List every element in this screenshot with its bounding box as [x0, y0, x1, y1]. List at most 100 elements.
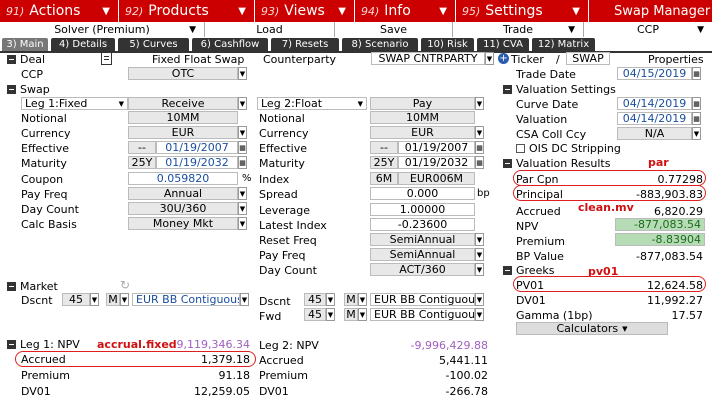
calendar-icon[interactable]: ▦: [692, 97, 701, 110]
leg2-index-tenor[interactable]: 6M: [370, 172, 398, 185]
chevron-down-icon[interactable]: ▼: [120, 293, 129, 306]
tab-cva[interactable]: 11) CVA: [477, 38, 529, 51]
chevron-down-icon[interactable]: ▼: [238, 67, 247, 80]
leg2-fwd-num[interactable]: 45: [304, 308, 326, 321]
leg2-maturity-tenor[interactable]: 25Y: [370, 156, 398, 169]
leg1-dscnt-curve[interactable]: EUR BB Contiguous: [132, 293, 240, 306]
chevron-down-icon[interactable]: ▼: [90, 293, 99, 306]
leg1-coupon-field[interactable]: 0.059820: [128, 172, 238, 185]
chevron-down-icon[interactable]: ▼: [326, 308, 335, 321]
leg1-calc-basis-select[interactable]: Money Mkt: [128, 217, 238, 230]
leg2-effective-tenor[interactable]: --: [370, 141, 398, 154]
menu-products[interactable]: 92) Products ▼: [119, 0, 255, 22]
leg2-day-count-select[interactable]: ACT/360: [370, 263, 475, 276]
trade-dropdown[interactable]: Trade ▼: [453, 22, 584, 37]
tab-details[interactable]: 4) Details: [51, 38, 115, 51]
valuation-results-header[interactable]: Valuation Results: [503, 157, 610, 170]
leg2-maturity-date[interactable]: 01/19/2032: [398, 156, 475, 169]
chevron-down-icon[interactable]: ▼: [475, 248, 484, 261]
chevron-down-icon[interactable]: ▼: [240, 293, 249, 306]
menu-views[interactable]: 93) Views ▼: [255, 0, 355, 22]
ois-checkbox[interactable]: [516, 144, 525, 153]
leg2-fwd-curve[interactable]: EUR BB Contiguous: [370, 308, 475, 321]
tab-cashflow[interactable]: 6) Cashflow: [192, 38, 268, 51]
leg2-dscnt-m[interactable]: M: [344, 293, 358, 306]
leg1-pay-freq-select[interactable]: Annual: [128, 187, 238, 200]
chevron-down-icon[interactable]: ▼: [475, 263, 484, 276]
leg1-effective-date[interactable]: 01/19/2007: [156, 141, 238, 154]
chevron-down-icon[interactable]: ▼: [485, 52, 494, 65]
calendar-icon[interactable]: ▦: [475, 156, 484, 169]
valuation-settings-header[interactable]: Valuation Settings: [503, 83, 616, 96]
leg2-latest-index-field[interactable]: -0.23600: [370, 218, 475, 231]
calculators-button[interactable]: Calculators ▼: [516, 322, 668, 335]
leg2-dscnt-curve[interactable]: EUR BB Contiguous: [370, 293, 475, 306]
save-button[interactable]: Save: [335, 22, 453, 37]
chevron-down-icon[interactable]: ▼: [475, 308, 484, 321]
load-button[interactable]: Load: [205, 22, 335, 37]
tab-resets[interactable]: 7) Resets: [271, 38, 339, 51]
leg2-type-select[interactable]: Leg 2:Float ▼: [257, 97, 367, 110]
leg2-spread-field[interactable]: 0.000: [370, 187, 475, 200]
leg2-leverage-field[interactable]: 1.00000: [370, 203, 475, 216]
tab-risk[interactable]: 10) Risk: [421, 38, 474, 51]
leg1-results-header[interactable]: Leg 1: NPV: [7, 338, 80, 351]
leg1-type-select[interactable]: Leg 1:Fixed ▼: [21, 97, 128, 110]
chevron-down-icon[interactable]: ▼: [475, 126, 484, 139]
leg1-effective-tenor[interactable]: --: [128, 141, 156, 154]
swap-section-header[interactable]: Swap: [7, 83, 50, 96]
notes-icon[interactable]: [101, 52, 112, 65]
leg2-index-field[interactable]: EUR006M: [398, 172, 475, 185]
leg2-pay-freq-select[interactable]: SemiAnnual: [370, 248, 475, 261]
leg1-dscnt-m[interactable]: M: [106, 293, 120, 306]
chevron-down-icon[interactable]: ▼: [326, 293, 335, 306]
counterparty-field[interactable]: SWAP CNTRPARTY: [371, 52, 485, 65]
trade-date-field[interactable]: 04/15/2019: [617, 67, 692, 80]
ticker-field[interactable]: SWAP: [566, 52, 610, 65]
valuation-date-field[interactable]: 04/14/2019: [617, 112, 692, 125]
chevron-down-icon[interactable]: ▼: [475, 233, 484, 246]
leg2-notional-field[interactable]: 10MM: [370, 111, 475, 124]
market-section-header[interactable]: Market: [7, 280, 58, 293]
leg2-dscnt-num[interactable]: 45: [304, 293, 326, 306]
menu-settings[interactable]: 95) Settings ▼: [456, 0, 589, 22]
menu-actions[interactable]: 91) Actions ▼: [0, 0, 119, 22]
leg2-reset-freq-select[interactable]: SemiAnnual: [370, 233, 475, 246]
leg1-maturity-date[interactable]: 01/19/2032: [156, 156, 238, 169]
calendar-icon[interactable]: ▦: [238, 156, 247, 169]
leg1-dscnt-num[interactable]: 45: [62, 293, 90, 306]
chevron-down-icon[interactable]: ▼: [238, 126, 247, 139]
chevron-down-icon[interactable]: ▼: [238, 97, 247, 110]
menu-info[interactable]: 94) Info ▼: [355, 0, 456, 22]
tab-main[interactable]: 3) Main: [2, 38, 48, 51]
calendar-icon[interactable]: ▦: [692, 112, 701, 125]
curve-date-field[interactable]: 04/14/2019: [617, 97, 692, 110]
leg1-notional-field[interactable]: 10MM: [128, 111, 238, 124]
leg1-direction-select[interactable]: Receive: [128, 97, 238, 110]
deal-section-header[interactable]: Deal: [7, 53, 45, 66]
csa-select[interactable]: N/A: [617, 127, 692, 140]
leg1-currency-select[interactable]: EUR: [128, 126, 238, 139]
calendar-icon[interactable]: ▦: [692, 67, 701, 80]
properties-link[interactable]: Properties: [648, 53, 704, 66]
leg2-effective-date[interactable]: 01/19/2007: [398, 141, 475, 154]
leg2-direction-select[interactable]: Pay: [370, 97, 475, 110]
ccp-dropdown[interactable]: CCP ▼: [584, 22, 712, 37]
refresh-icon[interactable]: ↻: [120, 278, 130, 292]
ccp-select[interactable]: OTC: [128, 67, 238, 80]
leg2-fwd-m[interactable]: M: [344, 308, 358, 321]
chevron-down-icon[interactable]: ▼: [238, 202, 247, 215]
chevron-down-icon[interactable]: ▼: [358, 308, 367, 321]
chevron-down-icon[interactable]: ▼: [475, 97, 484, 110]
leg2-currency-select[interactable]: EUR: [370, 126, 475, 139]
chevron-down-icon[interactable]: ▼: [238, 217, 247, 230]
tab-matrix[interactable]: 12) Matrix: [532, 38, 595, 51]
tab-scenario[interactable]: 8) Scenario: [342, 38, 418, 51]
leg1-day-count-select[interactable]: 30U/360: [128, 202, 238, 215]
calendar-icon[interactable]: ▦: [238, 141, 247, 154]
calendar-icon[interactable]: ▦: [475, 141, 484, 154]
solver-dropdown[interactable]: Solver (Premium) ▼: [0, 22, 205, 37]
tab-curves[interactable]: 5) Curves: [118, 38, 189, 51]
chevron-down-icon[interactable]: ▼: [358, 293, 367, 306]
leg1-maturity-tenor[interactable]: 25Y: [128, 156, 156, 169]
